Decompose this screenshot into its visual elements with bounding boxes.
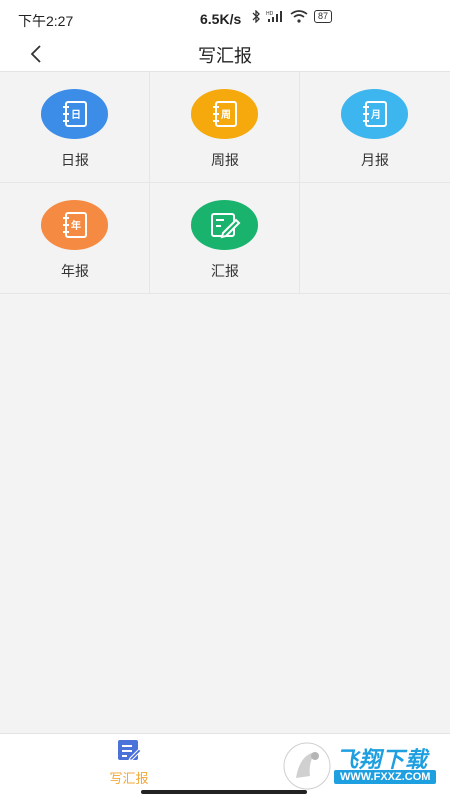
signal-icon: HD xyxy=(266,11,282,22)
nav-bar: 写汇报 xyxy=(0,38,450,72)
item-label: 汇报 xyxy=(211,263,239,279)
report-type-grid: 日 日报 周 周报 月 月报 年 年报 汇报 xyxy=(0,72,450,294)
status-bar: 下午2:27 6.5K/s HD 87 xyxy=(0,0,450,38)
notebook-icon: 月 xyxy=(341,89,408,139)
home-indicator xyxy=(141,790,307,794)
notebook-icon: 日 xyxy=(41,89,108,139)
site-watermark: 飞翔下载 WWW.FXXZ.COM xyxy=(282,738,442,794)
network-speed: 6.5K/s xyxy=(200,11,242,27)
svg-text:年: 年 xyxy=(71,219,81,232)
svg-text:日: 日 xyxy=(71,109,81,121)
tab-write-report[interactable]: 写汇报 xyxy=(95,738,163,787)
weekly-report-item[interactable]: 周 周报 xyxy=(150,72,300,183)
bluetooth-icon xyxy=(252,10,260,23)
summary-report-item[interactable]: 汇报 xyxy=(150,183,300,294)
svg-text:月: 月 xyxy=(370,109,381,121)
empty-cell xyxy=(300,183,450,294)
notebook-icon: 年 xyxy=(41,200,108,250)
write-report-icon xyxy=(118,740,142,761)
daily-report-item[interactable]: 日 日报 xyxy=(0,72,150,183)
status-time: 下午2:27 xyxy=(18,13,74,29)
item-label: 周报 xyxy=(211,152,239,168)
edit-note-icon xyxy=(191,200,258,250)
battery-indicator: 87 xyxy=(314,10,333,23)
svg-text:HD: HD xyxy=(266,11,274,17)
watermark-logo-icon xyxy=(283,742,331,790)
monthly-report-item[interactable]: 月 月报 xyxy=(300,72,450,183)
svg-text:周: 周 xyxy=(221,109,231,121)
wifi-icon xyxy=(290,10,308,23)
watermark-url: WWW.FXXZ.COM xyxy=(334,770,437,784)
yearly-report-item[interactable]: 年 年报 xyxy=(0,183,150,294)
page-title: 写汇报 xyxy=(198,46,252,66)
item-label: 日报 xyxy=(61,152,89,168)
tab-label: 写汇报 xyxy=(109,771,149,786)
notebook-icon: 周 xyxy=(191,89,258,139)
status-icons: HD 87 xyxy=(252,10,333,23)
item-label: 年报 xyxy=(61,263,89,279)
item-label: 月报 xyxy=(361,152,389,168)
